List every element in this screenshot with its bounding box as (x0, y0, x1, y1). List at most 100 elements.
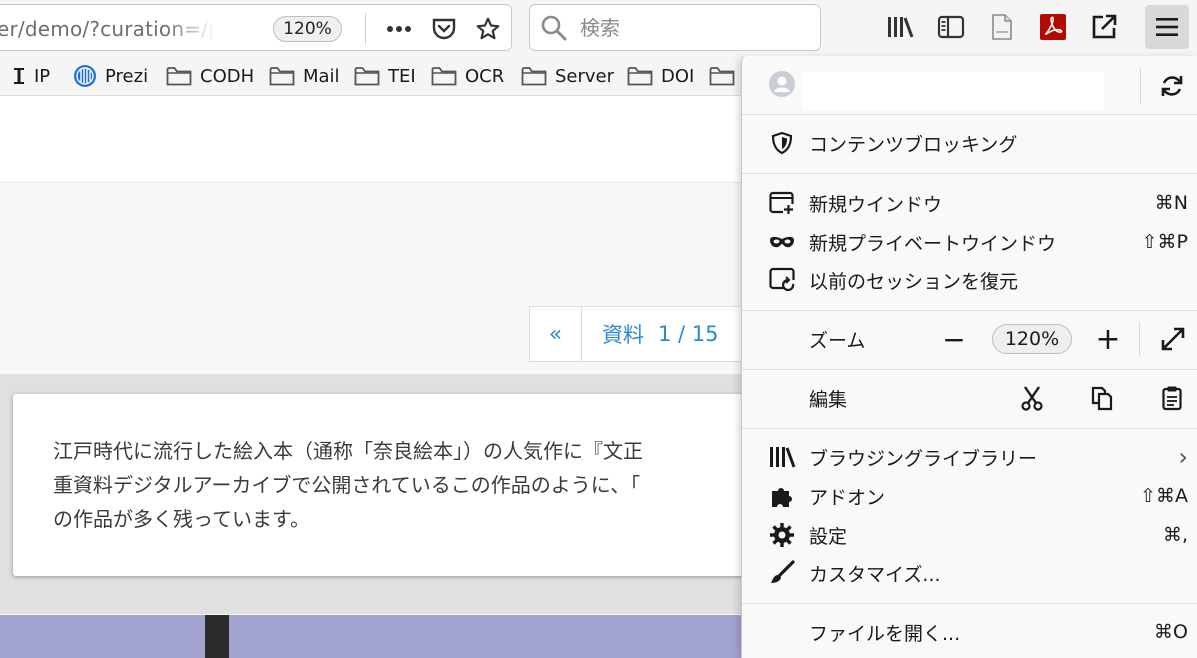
menu-item-label: アドオン (809, 486, 886, 509)
bookmark-star-icon[interactable] (473, 15, 503, 43)
account-avatar-icon[interactable] (768, 70, 796, 98)
menu-item-private-window[interactable]: 新規プライベートウインドウ ⇧⌘P (742, 223, 1197, 261)
menu-item-label: コンテンツブロッキング (809, 133, 1018, 156)
gear-icon (768, 521, 796, 549)
menu-item-label: 設定 (809, 525, 848, 548)
url-fade (165, 11, 215, 45)
menu-separator (742, 310, 1197, 311)
menu-separator-vertical (1139, 322, 1140, 356)
folder-icon (709, 67, 735, 86)
menu-item-label: ファイルを開く... (809, 622, 961, 645)
url-bar[interactable]: er/demo/?curation=/p 120% (0, 4, 512, 51)
bookmark-ip[interactable]: IP (12, 64, 50, 88)
bookmark-folder-codh[interactable]: CODH (166, 64, 254, 88)
pocket-icon[interactable] (429, 15, 459, 43)
pdf-icon[interactable] (1036, 10, 1070, 44)
bookmark-folder-tei[interactable]: TEI (354, 64, 416, 88)
menu-item-shortcut: ⇧⌘A (1140, 485, 1188, 507)
shield-icon (768, 129, 796, 157)
pager-previous-button[interactable]: « (530, 307, 582, 361)
menu-item-open-file[interactable]: ファイルを開く... ⌘O (742, 613, 1197, 651)
bookmark-label: Server (555, 65, 615, 87)
menu-item-settings[interactable]: 設定 ⌘, (742, 516, 1197, 554)
bookmark-label: DOI (661, 65, 695, 87)
menu-item-zoom: ズーム − 120% + (742, 320, 1197, 358)
zoom-reset-button[interactable]: 120% (992, 324, 1072, 354)
folder-icon (269, 67, 295, 86)
page-actions-icon[interactable] (384, 15, 414, 43)
zoom-indicator[interactable]: 120% (273, 16, 342, 42)
menu-item-new-window[interactable]: 新規ウインドウ ⌘N (742, 184, 1197, 222)
account-field[interactable] (802, 72, 1104, 110)
menu-separator (742, 369, 1197, 370)
menu-item-edit: 編集 (742, 379, 1197, 417)
zoom-in-button[interactable]: + (1091, 322, 1125, 357)
bookmark-label: OCR (465, 65, 505, 87)
pager-label[interactable]: 資料 1 / 15 (582, 307, 719, 361)
fullscreen-icon[interactable] (1156, 322, 1190, 356)
bookmark-prezi[interactable]: Prezi (73, 64, 148, 88)
menu-item-customize[interactable]: カスタマイズ... (742, 554, 1197, 592)
app-menu-panel: コンテンツブロッキング 新規ウインドウ ⌘N 新規プライベートウインドウ ⇧⌘P… (741, 56, 1197, 658)
bookmark-folder-server[interactable]: Server (521, 64, 614, 88)
menu-item-shortcut: ⇧⌘P (1141, 231, 1188, 253)
reader-document-icon[interactable] (985, 10, 1019, 44)
search-icon (540, 14, 568, 46)
folder-icon (166, 67, 192, 86)
menu-separator-vertical (1140, 68, 1141, 104)
menu-separator (742, 428, 1197, 429)
folder-icon (431, 67, 457, 86)
bookmark-label: Mail (303, 65, 340, 87)
pager-item-label: 資料 (602, 323, 644, 347)
bookmark-folder-more[interactable] (709, 64, 743, 88)
url-separator (365, 13, 366, 45)
paintbrush-icon (768, 559, 796, 587)
folder-icon (521, 67, 547, 86)
menu-item-browsing-library[interactable]: ブラウジングライブラリー › (742, 438, 1197, 476)
search-input[interactable] (580, 13, 810, 43)
cut-scissors-icon[interactable] (1015, 381, 1049, 415)
bookmark-folder-ocr[interactable]: OCR (431, 64, 504, 88)
library-icon[interactable] (883, 10, 917, 44)
description-card: 江戸時代に流行した絵入本（通称「奈良絵本」）の人気作に『文正 重資料デジタルアー… (13, 394, 773, 576)
restore-session-icon (768, 266, 796, 294)
navigation-toolbar: er/demo/?curation=/p 120% (0, 0, 1197, 56)
hamburger-icon (1156, 18, 1178, 36)
menu-item-restore-session[interactable]: 以前のセッションを復元 (742, 261, 1197, 299)
menu-item-label: ズーム (809, 329, 866, 352)
menu-item-shortcut: ⌘, (1162, 524, 1188, 546)
menu-item-label: 編集 (809, 388, 848, 411)
menu-separator (742, 173, 1197, 174)
menu-item-content-blocking[interactable]: コンテンツブロッキング (742, 124, 1197, 162)
bookmark-label: IP (34, 65, 51, 87)
sidebar-icon[interactable] (934, 10, 968, 44)
menu-separator (742, 603, 1197, 604)
menu-item-addons[interactable]: アドオン ⇧⌘A (742, 477, 1197, 515)
description-text: 江戸時代に流行した絵入本（通称「奈良絵本」）の人気作に『文正 重資料デジタルアー… (53, 439, 643, 531)
menu-separator (742, 114, 1197, 115)
zoom-out-button[interactable]: − (937, 322, 971, 356)
bookmark-folder-doi[interactable]: DOI (627, 64, 694, 88)
app-menu-button[interactable] (1145, 5, 1189, 49)
menu-item-shortcut: ⌘O (1154, 621, 1188, 643)
copy-icon[interactable] (1085, 381, 1119, 415)
menu-item-label: ブラウジングライブラリー (809, 447, 1038, 470)
share-external-icon[interactable] (1087, 10, 1121, 44)
menu-item-label: カスタマイズ... (809, 563, 941, 586)
artwork-image-detail (205, 615, 229, 658)
pager-item-count: 1 / 15 (658, 322, 719, 346)
paste-clipboard-icon[interactable] (1155, 381, 1189, 415)
menu-item-shortcut: ⌘N (1154, 192, 1188, 214)
library-icon (768, 443, 796, 471)
search-bar[interactable] (529, 4, 821, 51)
private-mask-icon (768, 228, 796, 256)
menu-item-label: 新規プライベートウインドウ (809, 232, 1057, 255)
folder-icon (354, 67, 380, 86)
menu-item-label: 新規ウインドウ (809, 193, 943, 216)
sync-icon[interactable] (1155, 69, 1189, 103)
prezi-icon (74, 65, 96, 87)
bookmark-folder-mail[interactable]: Mail (269, 64, 340, 88)
folder-icon (627, 67, 653, 86)
new-window-icon (768, 189, 796, 217)
chevron-right-icon: › (1178, 443, 1188, 471)
